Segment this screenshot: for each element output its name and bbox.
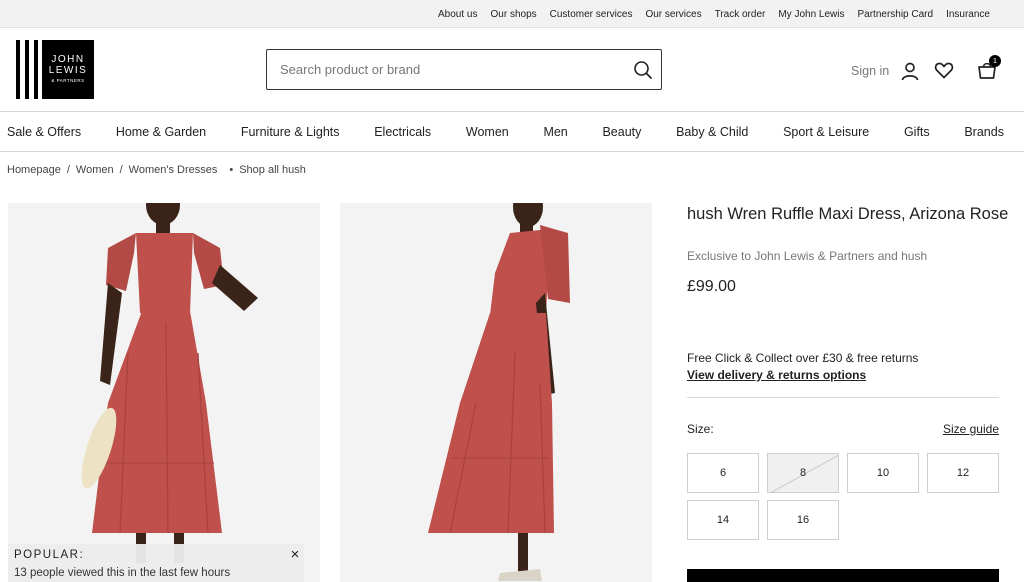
logo-line-lewis: LEWIS xyxy=(48,64,88,76)
nav-item-furniture-lights[interactable]: Furniture & Lights xyxy=(241,125,340,139)
nav-item-women[interactable]: Women xyxy=(466,125,509,139)
utility-link-partnership-card[interactable]: Partnership Card xyxy=(857,9,933,20)
product-image-front[interactable] xyxy=(8,203,320,582)
breadcrumb-womens-dresses[interactable]: Women's Dresses xyxy=(129,164,218,176)
nav-item-gifts[interactable]: Gifts xyxy=(904,125,930,139)
search-input[interactable] xyxy=(267,50,627,89)
utility-link-insurance[interactable]: Insurance xyxy=(946,9,990,20)
search-icon[interactable] xyxy=(632,59,654,81)
popular-title: POPULAR: xyxy=(14,549,85,561)
add-to-basket-button[interactable] xyxy=(687,569,999,582)
size-option-14[interactable]: 14 xyxy=(687,500,759,540)
bullet-icon: • xyxy=(229,164,234,176)
product-price: £99.00 xyxy=(687,278,736,295)
delivery-info: Free Click & Collect over £30 & free ret… xyxy=(687,351,919,365)
delivery-returns-link[interactable]: View delivery & returns options xyxy=(687,368,866,382)
nav-item-sale-offers[interactable]: Sale & Offers xyxy=(7,125,81,139)
sign-in-link[interactable]: Sign in xyxy=(851,61,920,81)
sign-in-label: Sign in xyxy=(851,64,890,78)
size-option-10[interactable]: 10 xyxy=(847,453,919,493)
heart-icon[interactable] xyxy=(934,60,954,80)
utility-link-customer-services[interactable]: Customer services xyxy=(550,9,633,20)
logo-wordmark: JOHN LEWIS & PARTNERS xyxy=(42,40,94,99)
breadcrumb-separator: / xyxy=(66,164,70,176)
site-logo[interactable]: JOHN LEWIS & PARTNERS xyxy=(16,40,110,99)
popular-text: 13 people viewed this in the last few ho… xyxy=(14,567,231,579)
utility-link-track-order[interactable]: Track order xyxy=(715,9,766,20)
basket-count-badge: 1 xyxy=(989,55,1001,67)
product-image-side[interactable] xyxy=(340,203,652,582)
nav-item-electricals[interactable]: Electricals xyxy=(374,125,431,139)
size-option-16[interactable]: 16 xyxy=(767,500,839,540)
utility-bar: About us Our shops Customer services Our… xyxy=(0,0,1024,28)
nav-item-men[interactable]: Men xyxy=(543,125,567,139)
product-title: hush Wren Ruffle Maxi Dress, Arizona Ros… xyxy=(687,205,1009,223)
logo-bars xyxy=(16,40,38,99)
size-guide-link[interactable]: Size guide xyxy=(943,422,999,436)
main-navigation: Sale & Offers Home & Garden Furniture & … xyxy=(0,112,1024,152)
utility-link-my-john-lewis[interactable]: My John Lewis xyxy=(778,9,844,20)
size-option-8-unavailable[interactable]: 8 xyxy=(767,453,839,493)
breadcrumb-shop-all-hush[interactable]: Shop all hush xyxy=(239,164,306,176)
site-header: JOHN LEWIS & PARTNERS Sign in 1 xyxy=(0,28,1024,112)
size-label: Size: xyxy=(687,422,714,436)
close-icon[interactable]: × xyxy=(288,547,302,562)
search-box xyxy=(266,49,662,90)
user-icon xyxy=(900,61,920,81)
breadcrumb-homepage[interactable]: Homepage xyxy=(7,164,61,176)
basket-icon xyxy=(975,62,999,86)
nav-item-beauty[interactable]: Beauty xyxy=(602,125,641,139)
utility-link-our-shops[interactable]: Our shops xyxy=(491,9,537,20)
basket-button[interactable]: 1 xyxy=(975,55,1001,82)
nav-item-baby-child[interactable]: Baby & Child xyxy=(676,125,748,139)
utility-link-about-us[interactable]: About us xyxy=(438,9,477,20)
popular-notification: POPULAR: 13 people viewed this in the la… xyxy=(8,544,304,582)
utility-link-our-services[interactable]: Our services xyxy=(645,9,701,20)
product-exclusive-note: Exclusive to John Lewis & Partners and h… xyxy=(687,249,928,263)
size-option-12[interactable]: 12 xyxy=(927,453,999,493)
breadcrumb: Homepage / Women / Women's Dresses • Sho… xyxy=(7,164,306,176)
breadcrumb-women[interactable]: Women xyxy=(76,164,114,176)
size-option-6[interactable]: 6 xyxy=(687,453,759,493)
breadcrumb-separator: / xyxy=(119,164,123,176)
nav-item-sport-leisure[interactable]: Sport & Leisure xyxy=(783,125,869,139)
nav-item-brands[interactable]: Brands xyxy=(964,125,1004,139)
logo-line-partners: & PARTNERS xyxy=(51,78,85,84)
divider xyxy=(687,397,999,398)
utility-links: About us Our shops Customer services Our… xyxy=(438,0,990,28)
size-selector: 6 8 10 12 14 16 xyxy=(687,453,999,540)
nav-item-home-garden[interactable]: Home & Garden xyxy=(116,125,206,139)
